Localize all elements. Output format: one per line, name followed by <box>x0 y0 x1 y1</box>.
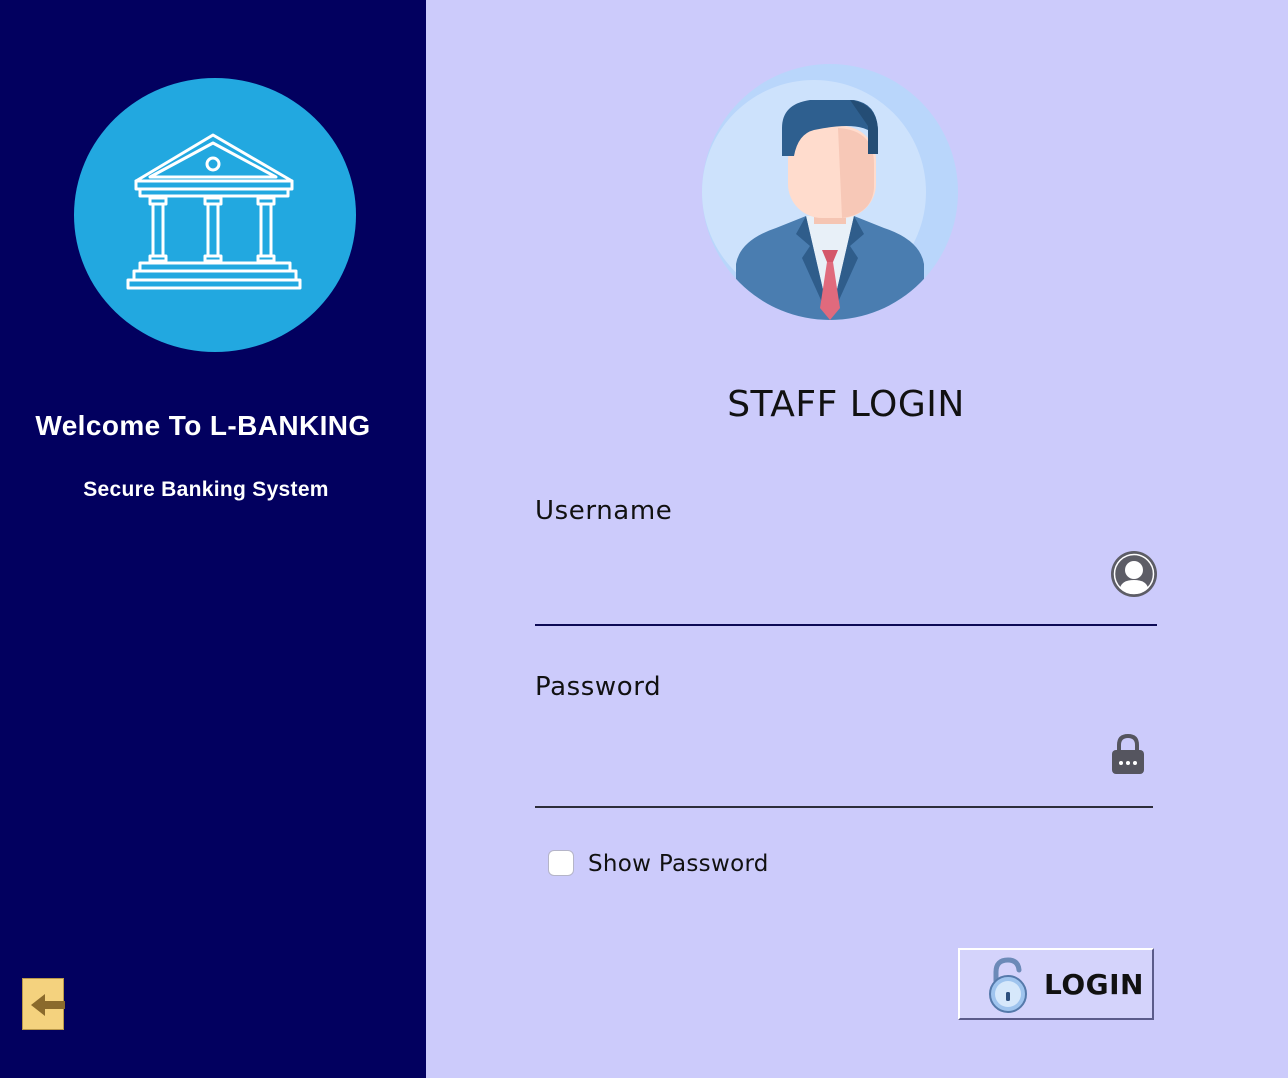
login-panel: STAFF LOGIN Username Password Show Passw… <box>426 0 1288 1078</box>
welcome-title: Welcome To L-BANKING <box>35 410 371 441</box>
staff-avatar-icon <box>702 64 958 320</box>
bank-logo <box>74 78 356 352</box>
sidebar: Welcome To L-BANKING Secure Banking Syst… <box>0 0 426 1078</box>
lock-icon <box>1112 733 1144 774</box>
bank-building-icon <box>126 133 302 290</box>
login-title: STAFF LOGIN <box>727 384 965 425</box>
password-underline <box>535 806 1153 808</box>
username-label: Username <box>535 496 673 526</box>
username-underline <box>535 624 1157 626</box>
show-password-label[interactable]: Show Password <box>588 851 769 877</box>
welcome-subtitle: Secure Banking System <box>83 478 329 501</box>
user-icon <box>1111 551 1157 597</box>
username-field[interactable] <box>535 550 1095 600</box>
login-button-label: LOGIN <box>1044 968 1144 1001</box>
login-button[interactable]: LOGIN <box>958 948 1154 1020</box>
arrow-left-icon <box>31 994 65 1016</box>
password-field[interactable] <box>535 732 1095 782</box>
password-label: Password <box>535 672 662 702</box>
show-password-checkbox[interactable] <box>548 850 574 876</box>
unlock-icon <box>989 957 1027 1013</box>
back-button[interactable] <box>22 978 65 1030</box>
